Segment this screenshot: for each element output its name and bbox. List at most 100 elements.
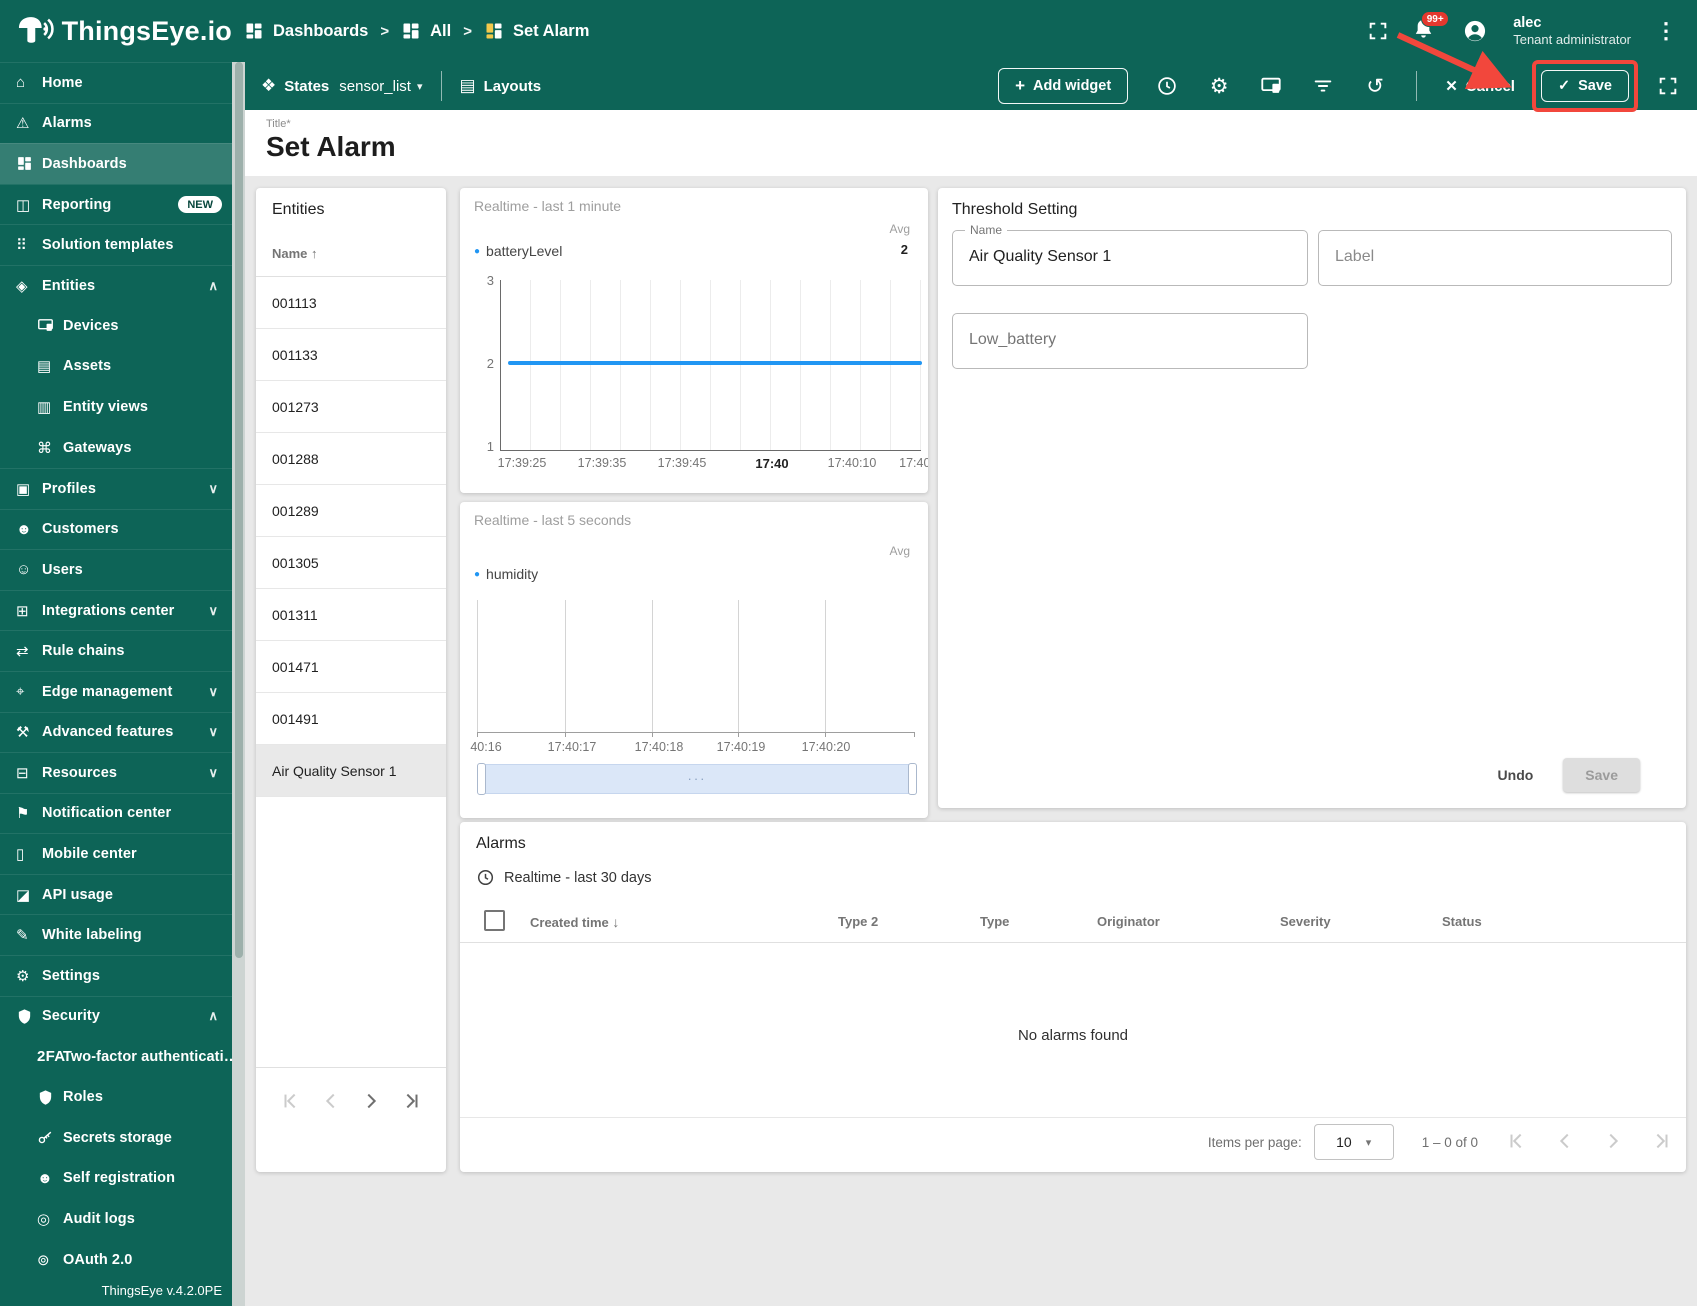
toolbar-divider — [1416, 71, 1418, 101]
label-field[interactable]: Label — [1318, 230, 1672, 286]
column-header-severity[interactable]: Severity — [1280, 914, 1331, 929]
save-button[interactable]: ✓ Save — [1540, 70, 1629, 102]
sidebar-item-api-usage[interactable]: ◪ API usage — [0, 873, 232, 915]
sidebar-item-audit-logs[interactable]: ◎ Audit logs — [0, 1199, 232, 1240]
chevron-up-icon: ∧ — [208, 277, 218, 293]
threshold-save-button[interactable]: Save — [1563, 758, 1640, 792]
sidebar-item-entities[interactable]: ◈ Entities ∧ — [0, 264, 232, 306]
add-widget-button[interactable]: + Add widget — [998, 68, 1129, 104]
states-label[interactable]: States — [284, 78, 329, 95]
scrollbar-handle-left[interactable] — [477, 763, 486, 795]
sidebar-scrollbar[interactable] — [232, 62, 245, 1306]
chart-legend[interactable]: ● batteryLevel — [474, 243, 562, 259]
breadcrumb-set-alarm[interactable]: Set Alarm — [484, 21, 589, 41]
sidebar-item-customers[interactable]: ☻ Customers — [0, 508, 232, 550]
sidebar-item-integrations-center[interactable]: ⊞ Integrations center ∨ — [0, 589, 232, 631]
next-page-icon[interactable] — [1602, 1130, 1624, 1155]
version-history-icon[interactable]: ↺ — [1362, 73, 1388, 99]
sidebar-item-notification-center[interactable]: ⚑ Notification center — [0, 792, 232, 834]
sidebar-item-roles[interactable]: Roles — [0, 1077, 232, 1118]
list-item[interactable]: 001133 — [256, 329, 446, 381]
divider — [460, 942, 1686, 943]
app-logo[interactable]: ThingsEye.io — [0, 14, 232, 48]
sidebar-item-home[interactable]: ⌂ Home — [0, 62, 232, 103]
name-field[interactable]: Name Air Quality Sensor 1 — [952, 223, 1308, 286]
sidebar-item-assets[interactable]: ▤ Assets — [0, 346, 232, 387]
list-item[interactable]: 001305 — [256, 537, 446, 589]
first-page-icon[interactable] — [1506, 1130, 1528, 1155]
entities-name-column-header[interactable]: Name ↑ — [272, 246, 318, 261]
sidebar-item-resources[interactable]: ⊟ Resources ∨ — [0, 752, 232, 793]
rule-chains-icon: ⇄ — [16, 643, 29, 661]
sidebar-item-entity-views[interactable]: ▥ Entity views — [0, 387, 232, 428]
sidebar-item-gateways[interactable]: ⌘ Gateways — [0, 427, 232, 468]
last-page-icon[interactable] — [400, 1090, 422, 1117]
previous-page-icon[interactable] — [320, 1090, 342, 1117]
previous-page-icon[interactable] — [1554, 1130, 1576, 1155]
column-header-created-time[interactable]: Created time ↓ — [530, 914, 619, 930]
list-item[interactable]: 001471 — [256, 641, 446, 693]
sidebar-item-solution-templates[interactable]: ⠿ Solution templates — [0, 224, 232, 265]
sidebar-item-dashboards[interactable]: Dashboards — [0, 143, 232, 184]
sidebar-item-reporting[interactable]: ◫ Reporting NEW — [0, 183, 232, 225]
sidebar-item-settings[interactable]: ⚙ Settings — [0, 955, 232, 996]
column-header-type[interactable]: Type — [980, 914, 1009, 929]
sidebar-item-security[interactable]: Security ∧ — [0, 995, 232, 1037]
sidebar-item-profiles[interactable]: ▣ Profiles ∨ — [0, 467, 232, 509]
chevron-down-icon: ∨ — [208, 724, 218, 740]
column-header-originator[interactable]: Originator — [1097, 914, 1160, 929]
exit-fullscreen-icon[interactable] — [1365, 18, 1391, 44]
avatar[interactable] — [1457, 13, 1493, 49]
sidebar-item-edge-management[interactable]: ⌖ Edge management ∨ — [0, 670, 232, 712]
dashboard-settings-gear-icon[interactable]: ⚙ — [1206, 73, 1232, 99]
scrollbar-handle-right[interactable] — [908, 763, 917, 795]
sidebar-item-rule-chains[interactable]: ⇄ Rule chains — [0, 630, 232, 671]
kebab-menu-icon[interactable]: ⋮ — [1651, 18, 1681, 44]
manage-layouts-device-icon[interactable] — [1258, 73, 1284, 99]
toolbar-divider — [440, 71, 442, 101]
timewindow-clock-icon[interactable] — [1154, 73, 1180, 99]
batteryLevel-series-line — [508, 361, 922, 365]
column-header-type2[interactable]: Type 2 — [838, 914, 878, 929]
sidebar-item-oauth[interactable]: ⊚ OAuth 2.0 — [0, 1239, 232, 1280]
page-title[interactable]: Set Alarm — [266, 131, 396, 163]
sidebar-item-self-registration[interactable]: ☻ Self registration — [0, 1158, 232, 1199]
list-item[interactable]: 001288 — [256, 433, 446, 485]
last-page-icon[interactable] — [1650, 1130, 1672, 1155]
sidebar-item-devices[interactable]: Devices — [0, 306, 232, 347]
next-page-icon[interactable] — [360, 1090, 382, 1117]
layouts-button[interactable]: Layouts — [484, 78, 542, 95]
undo-button[interactable]: Undo — [1498, 767, 1534, 783]
sidebar-item-two-factor[interactable]: 2FA Two-factor authenticati… — [0, 1036, 238, 1077]
chart-legend[interactable]: ● humidity — [474, 566, 538, 582]
filter-icon[interactable] — [1310, 73, 1336, 99]
first-page-icon[interactable] — [280, 1090, 302, 1117]
sidebar-item-alarms[interactable]: ⚠ Alarms — [0, 102, 232, 144]
sidebar-item-users[interactable]: ☺ Users — [0, 549, 232, 590]
list-item[interactable]: 001311 — [256, 589, 446, 641]
list-item[interactable]: 001113 — [256, 277, 446, 329]
list-item[interactable]: 001289 — [256, 485, 446, 537]
sidebar-item-mobile-center[interactable]: ▯ Mobile center — [0, 833, 232, 874]
alarms-timewindow[interactable]: Realtime - last 30 days — [476, 868, 651, 887]
states-value-select[interactable]: sensor_list — [339, 78, 411, 95]
alarm-type-field[interactable]: Low_battery — [952, 313, 1308, 369]
list-item[interactable]: 001273 — [256, 381, 446, 433]
time-scrollbar[interactable]: ··· — [477, 763, 917, 795]
list-item[interactable]: 001491 — [256, 693, 446, 745]
sidebar-item-advanced-features[interactable]: ⚒ Advanced features ∨ — [0, 711, 232, 753]
cancel-button[interactable]: ✕ Cancel — [1445, 77, 1515, 96]
list-item-selected[interactable]: Air Quality Sensor 1 — [256, 745, 446, 797]
sidebar-item-white-labeling[interactable]: ✎ White labeling — [0, 914, 232, 955]
breadcrumb-dashboards[interactable]: Dashboards — [244, 21, 368, 41]
column-header-status[interactable]: Status — [1442, 914, 1482, 929]
fullscreen-icon[interactable] — [1655, 73, 1681, 99]
chart-timewindow-title[interactable]: Realtime - last 5 seconds — [474, 512, 631, 528]
items-per-page-select[interactable]: 10 ▾ — [1313, 1124, 1394, 1160]
chart-timewindow-title[interactable]: Realtime - last 1 minute — [474, 198, 621, 214]
select-all-checkbox[interactable] — [484, 910, 505, 931]
scrollbar-thumb[interactable] — [234, 62, 243, 958]
notifications-bell-icon[interactable]: 99+ — [1411, 11, 1450, 45]
breadcrumb-all[interactable]: All — [401, 21, 451, 41]
sidebar-item-secrets-storage[interactable]: Secrets storage — [0, 1117, 232, 1158]
